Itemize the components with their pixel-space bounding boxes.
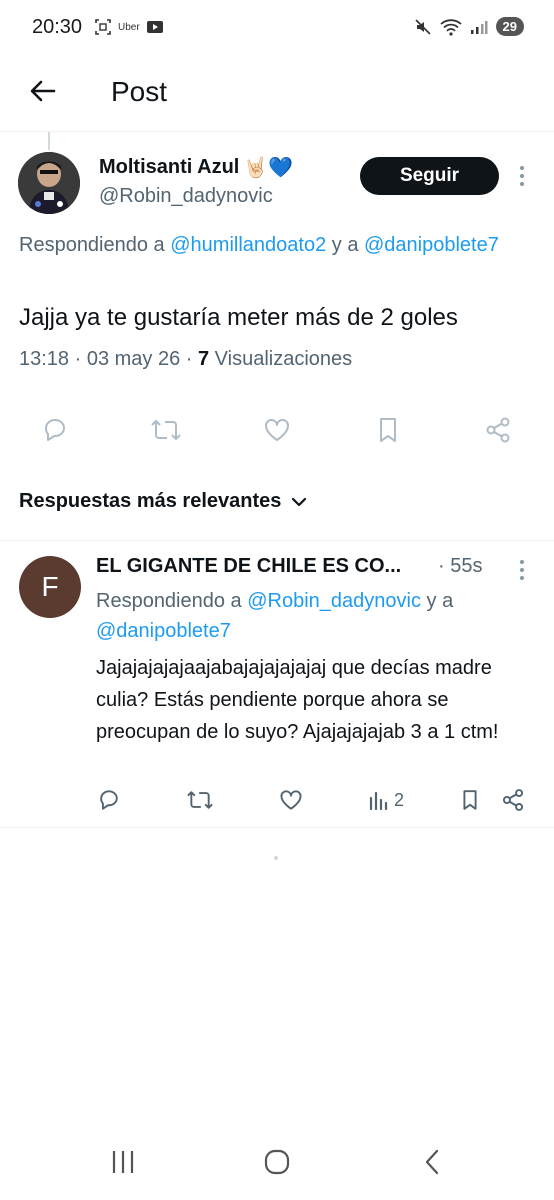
author-avatar[interactable] <box>18 152 80 214</box>
reply-views-button[interactable]: 2 <box>368 784 404 816</box>
reply-like-button[interactable] <box>278 784 304 816</box>
more-options-button[interactable] <box>512 164 532 188</box>
reply-views-count: 2 <box>394 789 405 810</box>
play-icon <box>146 21 163 33</box>
mention-link[interactable]: @Robin_dadynovic <box>247 590 421 612</box>
reply-icon <box>100 790 118 810</box>
reply-author-avatar[interactable]: F <box>19 556 81 618</box>
signal-icon <box>470 20 488 34</box>
bookmark-icon <box>463 790 477 810</box>
screenshot-icon <box>95 19 111 35</box>
bookmark-icon <box>380 418 396 442</box>
reply-replying-to: Respondiendo a @Robin_dadynovic y a @dan… <box>96 586 526 646</box>
author-name-text: Moltisanti Azul <box>99 156 240 178</box>
more-vertical-icon <box>520 166 524 186</box>
mention-link[interactable]: @danipoblete7 <box>364 234 499 256</box>
chevron-left-icon <box>425 1149 439 1175</box>
like-button[interactable] <box>257 410 297 450</box>
replying-mid: y a <box>326 234 364 256</box>
more-vertical-icon <box>520 560 524 580</box>
bookmark-button[interactable] <box>368 410 408 450</box>
recents-icon <box>112 1151 134 1173</box>
follow-button[interactable]: Seguir <box>360 157 499 195</box>
reply-more-options-button[interactable] <box>512 558 532 582</box>
status-time: 20:30 <box>32 16 83 38</box>
reply-button[interactable] <box>35 410 75 450</box>
app-header: Post <box>0 56 554 132</box>
thread-line <box>48 132 50 150</box>
system-nav-bar <box>0 1130 554 1200</box>
views-label: Visualizaciones <box>209 348 353 370</box>
replying-mid: y a <box>420 590 454 612</box>
uber-icon: Uber <box>118 21 140 33</box>
heart-icon <box>280 790 302 810</box>
status-left-icons: Uber <box>94 18 164 36</box>
divider <box>0 540 554 541</box>
sort-replies-dropdown[interactable]: Respuestas más relevantes <box>19 490 307 513</box>
post-actions <box>0 410 554 450</box>
page-title: Post <box>111 76 168 107</box>
mute-icon <box>414 18 431 35</box>
home-button[interactable] <box>257 1144 297 1180</box>
share-icon <box>502 789 524 811</box>
post-text: Jajja ya te gustaría meter más de 2 gole… <box>19 304 458 331</box>
replying-prefix: Respondiendo a <box>96 590 248 612</box>
post-meta: 13:18 · 03 may 26 · 7 Visualizaciones <box>19 348 352 371</box>
loading-indicator <box>274 856 278 860</box>
chevron-down-icon <box>292 497 307 506</box>
share-icon <box>486 417 510 443</box>
reply-share-button[interactable] <box>500 784 526 816</box>
author-name[interactable]: Moltisanti Azul 🤘🏻💙 <box>99 155 293 180</box>
heart-icon <box>265 419 289 441</box>
battery-indicator: 29 <box>495 17 524 36</box>
views-count: 7 <box>197 348 210 370</box>
retweet-icon <box>187 791 213 809</box>
share-button[interactable] <box>478 410 518 450</box>
reply-reply-button[interactable] <box>96 784 122 816</box>
analytics-icon <box>369 791 388 811</box>
reply-author-name[interactable]: EL GIGANTE DE CHILE ES CO... <box>96 555 401 578</box>
reply-text: Jajajajajajaajabajajajajajaj que decías … <box>96 657 499 743</box>
retweet-button[interactable] <box>146 410 186 450</box>
post-timestamp[interactable]: 13:18 · 03 may 26 · <box>19 348 198 370</box>
author-handle[interactable]: @Robin_dadynovic <box>99 185 273 208</box>
reply-actions: 2 <box>0 784 554 816</box>
replying-to: Respondiendo a @humillandoato2 y a @dani… <box>19 230 519 260</box>
reply-time: · 55s <box>438 555 483 577</box>
home-icon <box>264 1149 290 1175</box>
avatar-photo <box>18 152 80 214</box>
reply-icon <box>44 419 66 441</box>
back-nav-button[interactable] <box>412 1144 452 1180</box>
status-right-icons: 29 <box>414 17 524 36</box>
reply-retweet-button[interactable] <box>186 784 214 816</box>
reply-bookmark-button[interactable] <box>458 784 482 816</box>
status-bar: 20:30 Uber 29 <box>0 0 554 56</box>
author-emojis: 🤘🏻💙 <box>243 157 294 179</box>
sort-label: Respuestas más relevantes <box>19 490 282 512</box>
arrow-left-icon <box>30 80 56 102</box>
recents-button[interactable] <box>103 1144 143 1180</box>
mention-link[interactable]: @danipoblete7 <box>96 620 231 642</box>
mention-link[interactable]: @humillandoato2 <box>170 234 326 256</box>
retweet-icon <box>151 420 181 440</box>
divider <box>0 827 554 828</box>
wifi-icon <box>439 18 462 36</box>
back-button[interactable] <box>26 74 60 108</box>
replying-prefix: Respondiendo a <box>19 234 171 256</box>
